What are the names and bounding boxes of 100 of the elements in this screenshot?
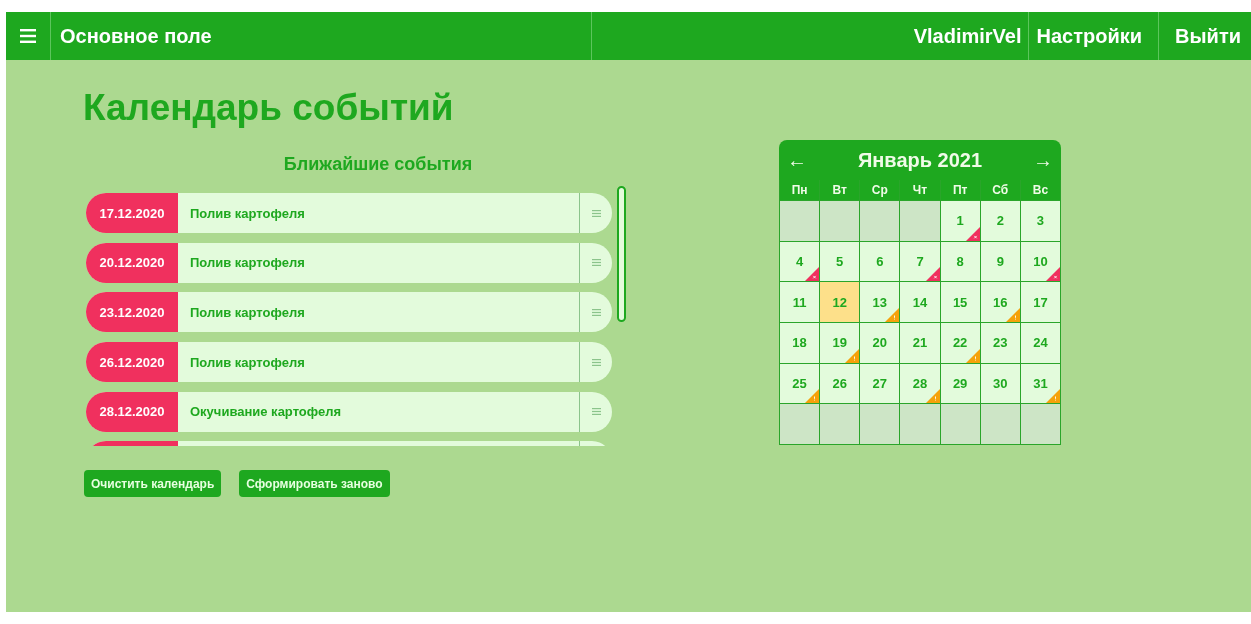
day-cell[interactable]: 24 [1020, 323, 1060, 363]
day-number: 30 [993, 376, 1008, 392]
day-cell[interactable]: 30 [980, 363, 1020, 404]
event-row[interactable]: 17.12.2020 Полив картофеля [86, 193, 612, 233]
drag-handle-icon[interactable] [591, 408, 601, 416]
event-date: 26.12.2020 [99, 354, 165, 370]
drag-handle-icon[interactable] [591, 358, 601, 366]
app-title: Основное поле [60, 24, 212, 48]
drag-handle-icon[interactable] [591, 209, 601, 217]
day-number: 5 [836, 254, 844, 270]
day-cell[interactable]: 19 [820, 323, 860, 363]
event-row[interactable]: 26.12.2020 Полив картофеля [86, 342, 612, 383]
event-date: 23.12.2020 [99, 304, 165, 320]
day-number: 9 [996, 254, 1004, 270]
event-date: 28.12.2020 [99, 404, 165, 420]
month-title: Январь 2021 [857, 148, 983, 172]
day-cell[interactable]: 16 [980, 282, 1020, 323]
event-row[interactable]: 23.12.2020 Полив картофеля [86, 292, 612, 333]
nav-link[interactable]: Настройки [1027, 12, 1159, 60]
day-cell[interactable]: 5 [820, 241, 860, 282]
day-number: 27 [872, 376, 888, 392]
day-cell[interactable]: 26 [820, 363, 860, 404]
day-cell[interactable]: 29 [940, 363, 980, 404]
day-cell[interactable]: 17 [1020, 282, 1060, 323]
day-number: 16 [993, 294, 1008, 310]
prev-month-button[interactable]: ← [787, 148, 807, 172]
day-cell[interactable]: 15 [940, 282, 980, 323]
day-number: 29 [952, 376, 968, 392]
action-button[interactable]: Сформировать заново [239, 470, 390, 497]
day-cell[interactable]: 10 [1020, 241, 1060, 282]
menu-icon[interactable] [20, 29, 36, 43]
weekday-label: Чт [912, 183, 928, 197]
event-date: 17.12.2020 [99, 205, 165, 221]
day-cell[interactable]: 23 [980, 323, 1020, 363]
day-cell[interactable]: 7 [900, 241, 940, 282]
weekday-label: Вт [832, 183, 847, 197]
day-cell[interactable]: 31 [1020, 363, 1060, 404]
page-title: Календарь событий [83, 88, 454, 128]
day-number: 20 [872, 335, 888, 351]
day-number: 4 [795, 254, 804, 270]
day-cell[interactable]: 3 [1020, 201, 1060, 241]
day-number: 17 [1033, 294, 1048, 310]
weekday-label: Пт [952, 183, 968, 197]
event-title: Полив картофеля [190, 205, 305, 221]
action-button[interactable]: Очистить календарь [84, 470, 222, 497]
day-number: 6 [876, 254, 884, 270]
day-number: 1 [956, 213, 964, 229]
day-cell[interactable]: 22 [940, 323, 980, 363]
day-cell[interactable]: 25 [780, 363, 820, 404]
day-number: 15 [952, 294, 968, 310]
day-number: 24 [1033, 335, 1048, 351]
scrollbar-thumb[interactable] [617, 186, 626, 322]
weekday-label: Вс [1032, 183, 1049, 197]
day-cell[interactable]: 12 [820, 282, 860, 323]
day-cell[interactable]: 6 [860, 241, 900, 282]
day-number: 3 [1036, 213, 1045, 229]
day-number: 7 [916, 254, 924, 270]
drag-handle-icon[interactable] [591, 308, 601, 316]
section-title: Ближайшие события [282, 154, 474, 176]
day-cell[interactable]: 2 [980, 201, 1020, 241]
day-cell[interactable]: 18 [780, 323, 820, 363]
day-number: 23 [993, 335, 1008, 351]
day-cell[interactable]: 27 [860, 363, 900, 404]
day-number: 28 [912, 376, 928, 392]
day-number: 25 [792, 376, 807, 392]
day-number: 31 [1033, 376, 1048, 392]
day-number: 10 [1033, 254, 1048, 270]
day-number: 11 [792, 294, 807, 310]
event-date: 20.12.2020 [99, 255, 165, 271]
event-title: Полив картофеля [190, 255, 305, 271]
drag-handle-icon[interactable] [591, 259, 601, 267]
weekday-label: Пн [791, 183, 808, 197]
day-number: 8 [956, 254, 964, 270]
day-number: 12 [832, 294, 847, 310]
day-number: 26 [832, 376, 847, 392]
event-title: Окучивание картофеля [190, 404, 342, 420]
day-cell[interactable]: 1 [940, 201, 980, 241]
event-title: Полив картофеля [190, 354, 305, 370]
day-number: 19 [832, 335, 847, 351]
day-number: 2 [996, 213, 1004, 229]
day-number: 14 [912, 294, 928, 310]
day-cell[interactable]: 9 [980, 241, 1020, 282]
day-number: 21 [912, 335, 928, 351]
day-cell[interactable]: 4 [780, 241, 820, 282]
nav-link[interactable]: Выйти [1158, 12, 1251, 60]
day-cell[interactable]: 21 [900, 323, 940, 363]
day-cell[interactable]: 20 [860, 323, 900, 363]
user-link[interactable]: VladimirVel [899, 12, 1028, 60]
event-title: Полив картофеля [190, 304, 305, 320]
day-cell[interactable]: 11 [780, 282, 820, 323]
day-cell[interactable]: 28 [900, 363, 940, 404]
weekday-label: Ср [871, 183, 888, 197]
day-cell[interactable]: 8 [940, 241, 980, 282]
day-number: 22 [952, 335, 968, 351]
day-cell[interactable]: 13 [860, 282, 900, 323]
event-row[interactable]: 20.12.2020 Полив картофеля [86, 242, 612, 283]
day-cell[interactable]: 14 [900, 282, 940, 323]
next-month-button[interactable]: → [1033, 148, 1053, 172]
event-row[interactable]: 28.12.2020 Окучивание картофеля [86, 391, 612, 432]
day-number: 13 [872, 294, 888, 310]
